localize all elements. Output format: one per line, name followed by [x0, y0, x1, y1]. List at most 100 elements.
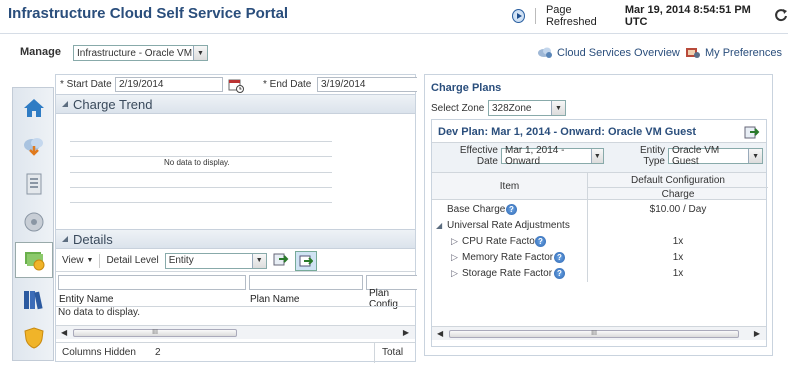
- manage-select[interactable]: Infrastructure - Oracle VM ▼: [73, 45, 208, 61]
- chevron-down-icon: ▼: [193, 46, 207, 60]
- divider: [535, 8, 536, 24]
- details-horizontal-scrollbar[interactable]: ◀ III ▶: [56, 325, 415, 339]
- detail-level-label: Detail Level: [106, 255, 159, 266]
- column-charge[interactable]: Charge: [588, 189, 768, 200]
- play-icon[interactable]: [512, 9, 526, 23]
- detail-level-value: Entity: [168, 255, 194, 266]
- row-value: 1x: [672, 267, 684, 279]
- disc-icon[interactable]: [15, 204, 53, 240]
- help-icon[interactable]: ?: [554, 267, 565, 279]
- effective-date-label: Effective Date: [442, 145, 498, 167]
- scrollbar-thumb[interactable]: III: [449, 329, 739, 338]
- refresh-status: Page Refreshed Mar 19, 2014 8:54:51 PM U…: [512, 4, 788, 28]
- divider: [99, 253, 101, 268]
- scrollbar-thumb[interactable]: III: [73, 328, 237, 337]
- row-value: 1x: [672, 235, 684, 247]
- effective-date-label-line: Date: [476, 156, 498, 167]
- start-date-input[interactable]: 2/19/2014: [115, 77, 223, 92]
- expand-icon[interactable]: ▷: [451, 236, 458, 247]
- entity-type-label: Entity Type: [615, 145, 665, 167]
- detail-level-select[interactable]: Entity ▼: [164, 252, 267, 269]
- details-header[interactable]: Details: [56, 229, 415, 249]
- export-icon[interactable]: [744, 124, 760, 143]
- cloud-services-overview-label: Cloud Services Overview: [557, 46, 680, 59]
- chevron-down-icon: ▼: [590, 149, 603, 163]
- refresh-icon[interactable]: [774, 8, 788, 25]
- collapse-icon[interactable]: ◢: [436, 221, 442, 230]
- scroll-right-icon[interactable]: ▶: [403, 328, 409, 337]
- charge-trend-header[interactable]: Charge Trend: [56, 94, 415, 114]
- home-icon[interactable]: [15, 90, 53, 126]
- scroll-left-icon[interactable]: ◀: [61, 328, 67, 337]
- cloud-icon: [538, 47, 552, 58]
- column-entity-name[interactable]: Entity Name: [59, 292, 113, 306]
- detach-icon[interactable]: [294, 250, 317, 271]
- row-label: Storage Rate Factor: [462, 267, 553, 279]
- view-menu[interactable]: View ▼: [62, 255, 93, 266]
- help-icon[interactable]: ?: [506, 203, 517, 215]
- portal-title: Infrastructure Cloud Self Service Portal: [8, 5, 289, 22]
- details-title: Details: [73, 231, 113, 247]
- chargeback-icon[interactable]: [15, 242, 53, 278]
- cloud-download-icon[interactable]: [15, 128, 53, 164]
- grid-line: [70, 187, 332, 188]
- plan-row-cpu: ▷ CPU Rate Factor ? 1x: [432, 233, 766, 249]
- refreshed-value: Mar 19, 2014 8:54:51 PM UTC: [624, 4, 751, 28]
- plan-table-header: Item Default Configuration Charge: [432, 172, 768, 201]
- divider: [587, 200, 588, 282]
- collapse-icon: [62, 101, 68, 107]
- plan-details: Dev Plan: Mar 1, 2014 - Onward: Oracle V…: [431, 119, 768, 347]
- grid-line: [70, 172, 332, 173]
- filter-row: [56, 274, 417, 292]
- effective-date-select[interactable]: Mar 1, 2014 - Onward ▼: [501, 145, 604, 167]
- columns-hidden-value: 2: [155, 347, 161, 358]
- help-icon[interactable]: ?: [554, 251, 565, 263]
- manage-select-value: Infrastructure - Oracle VM: [77, 47, 193, 59]
- scrollbar-grip: III: [591, 330, 597, 337]
- column-plan-name[interactable]: Plan Name: [250, 292, 299, 306]
- effective-date-value: Mar 1, 2014 - Onward: [505, 145, 565, 167]
- cloud-services-overview-link[interactable]: Cloud Services Overview: [537, 46, 680, 59]
- plan-row-storage: ▷ Storage Rate Factor ? 1x: [432, 265, 766, 281]
- columns-hidden-label: Columns Hidden: [62, 347, 136, 358]
- export-icon[interactable]: [273, 251, 289, 270]
- column-default-configuration: Default Configuration: [631, 175, 725, 186]
- plan-row-universal-rate[interactable]: ◢ Universal Rate Adjustments: [432, 217, 766, 233]
- entity-type-label-line: Type: [643, 156, 665, 167]
- document-icon[interactable]: [15, 166, 53, 202]
- entity-type-select[interactable]: Oracle VM Guest ▼: [668, 145, 763, 167]
- shield-icon[interactable]: [15, 320, 53, 356]
- charge-trend-title: Charge Trend: [73, 96, 153, 112]
- row-value: 1x: [672, 251, 684, 263]
- manage-label: Manage: [20, 46, 61, 58]
- divider: [374, 343, 375, 363]
- plan-row-memory: ▷ Memory Rate Factor ? 1x: [432, 249, 766, 265]
- details-empty: No data to display.: [58, 307, 141, 318]
- expand-icon[interactable]: ▷: [451, 252, 458, 263]
- end-date-input[interactable]: 3/19/2014: [317, 77, 417, 92]
- library-icon[interactable]: [15, 282, 53, 318]
- plan-title: Dev Plan: Mar 1, 2014 - Onward: Oracle V…: [438, 126, 696, 138]
- details-footer: Columns Hidden 2 Total: [56, 342, 415, 363]
- my-preferences-link[interactable]: My Preferences: [685, 46, 782, 59]
- charge-plans-panel: Charge Plans Select Zone 328Zone ▼ Dev P…: [424, 74, 773, 356]
- preferences-icon: [686, 48, 700, 58]
- zone-select[interactable]: 328Zone ▼: [488, 100, 566, 116]
- scroll-left-icon[interactable]: ◀: [437, 329, 443, 338]
- charge-trend-empty: No data to display.: [164, 158, 230, 167]
- view-menu-label: View: [62, 255, 84, 266]
- row-label: Base Charge: [447, 203, 506, 215]
- select-zone-label: Select Zone: [431, 103, 485, 114]
- plan-horizontal-scrollbar[interactable]: ◀ III ▶: [432, 326, 766, 340]
- side-navigation: [12, 87, 54, 361]
- filter-plan-name[interactable]: [249, 275, 363, 290]
- expand-icon[interactable]: ▷: [451, 268, 458, 279]
- charge-trend-panel: * Start Date 2/19/2014 * End Date 3/19/2…: [55, 74, 417, 363]
- help-icon[interactable]: ?: [535, 235, 546, 247]
- entity-type-label-line: Entity: [639, 145, 665, 156]
- row-label: CPU Rate Factor: [462, 235, 539, 247]
- filter-entity-name[interactable]: [58, 275, 246, 290]
- column-item[interactable]: Item: [432, 181, 587, 192]
- column-plan-config[interactable]: Plan Config: [369, 288, 415, 310]
- scroll-right-icon[interactable]: ▶: [754, 329, 760, 338]
